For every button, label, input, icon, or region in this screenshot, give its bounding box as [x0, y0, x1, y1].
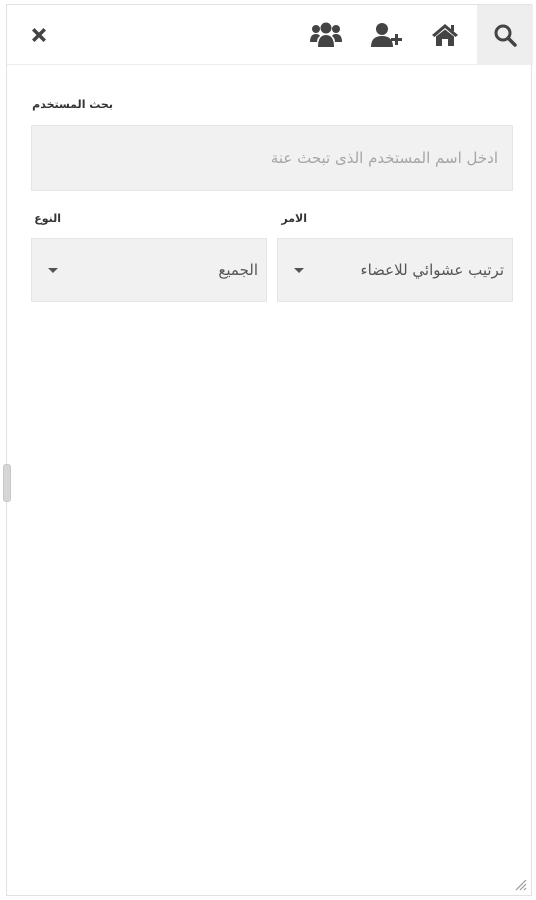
user-plus-icon: [371, 23, 402, 47]
order-select[interactable]: ترتيب عشوائي للاعضاء: [277, 238, 513, 302]
type-selected-value: الجميع: [218, 261, 258, 279]
groups-button[interactable]: [301, 5, 351, 65]
home-icon: [432, 24, 458, 46]
type-label: النوع: [34, 212, 61, 225]
search-input[interactable]: [32, 126, 512, 190]
order-selected-value: ترتيب عشوائي للاعضاء: [360, 261, 504, 279]
toolbar: [7, 5, 533, 65]
chevron-down-icon: [48, 268, 58, 273]
close-icon: [32, 28, 46, 42]
search-icon: [494, 24, 517, 47]
chevron-down-icon: [294, 268, 304, 273]
users-group-icon: [310, 22, 342, 47]
resize-grip-icon[interactable]: [511, 875, 527, 891]
side-drag-handle[interactable]: [3, 464, 11, 502]
search-tab-button[interactable]: [477, 5, 533, 65]
search-field-container: [31, 125, 513, 191]
add-user-button[interactable]: [363, 5, 411, 65]
search-label: بحث المستخدم: [32, 98, 113, 111]
close-button[interactable]: [17, 5, 61, 65]
home-button[interactable]: [423, 5, 467, 65]
type-select[interactable]: الجميع: [31, 238, 267, 302]
member-search-panel: بحث المستخدم الامر النوع ترتيب عشوائي لل…: [6, 4, 533, 896]
order-label: الامر: [281, 212, 307, 225]
